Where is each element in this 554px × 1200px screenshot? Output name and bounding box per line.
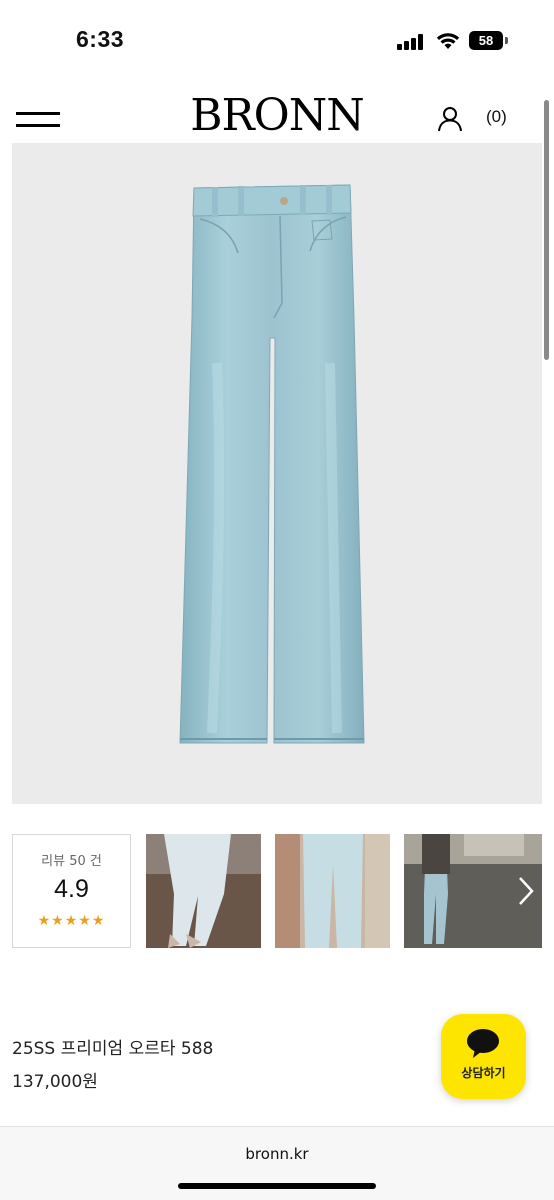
thumbnail-2[interactable] — [275, 834, 390, 948]
status-bar: 6:33 58 — [0, 0, 554, 84]
page-scrollbar[interactable] — [544, 100, 549, 360]
chat-consult-label: 상담하기 — [461, 1066, 506, 1080]
product-main-image[interactable] — [12, 143, 542, 804]
user-account-icon[interactable] — [437, 106, 463, 132]
thumbnail-1[interactable] — [146, 834, 261, 948]
battery-indicator: 58 — [469, 31, 503, 50]
chevron-right-icon[interactable] — [512, 874, 538, 908]
review-count-label: 리뷰 50 건 — [41, 854, 102, 869]
browser-url-bar: bronn.kr — [0, 1126, 554, 1200]
status-time: 6:33 — [76, 26, 125, 52]
cellular-signal-icon — [397, 34, 427, 50]
wifi-icon — [436, 33, 460, 49]
home-indicator[interactable] — [178, 1183, 376, 1189]
review-summary-card[interactable]: 리뷰 50 건 4.9 ★★★★★ — [12, 834, 131, 948]
review-score: 4.9 — [54, 875, 89, 903]
cart-button[interactable]: (0) — [486, 107, 507, 127]
brand-logo[interactable]: BRONN — [140, 90, 414, 141]
jeans-product-image — [179, 184, 365, 744]
chat-bubble-icon — [467, 1029, 499, 1058]
chat-consult-button[interactable]: 상담하기 — [441, 1014, 526, 1099]
url-text[interactable]: bronn.kr — [0, 1145, 554, 1163]
hamburger-menu-icon[interactable] — [16, 110, 60, 130]
product-name: 25SS 프리미엄 오르타 588 — [12, 1039, 214, 1059]
battery-cap — [505, 37, 508, 44]
site-header: BRONN (0) — [0, 84, 554, 142]
product-price: 137,000원 — [12, 1072, 98, 1092]
star-rating-icon: ★★★★★ — [37, 913, 106, 929]
